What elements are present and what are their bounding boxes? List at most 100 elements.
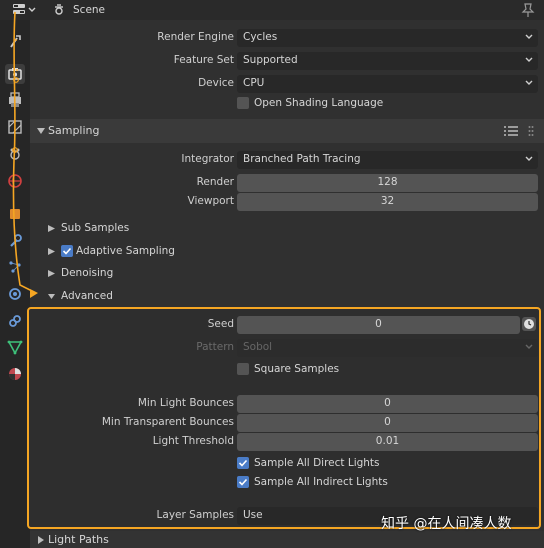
tool-icon: [10, 35, 21, 48]
render-engine-label: Render Engine: [157, 31, 234, 43]
tab-constraints[interactable]: [5, 311, 25, 331]
tab-output[interactable]: [5, 90, 25, 110]
light-threshold-field[interactable]: 0.01: [237, 433, 538, 451]
tab-material[interactable]: [5, 364, 25, 384]
output-printer-icon: [9, 92, 21, 107]
feature-set-row: Feature Set Supported: [30, 50, 544, 72]
presets-list-icon[interactable]: [504, 125, 518, 137]
collapsed-triangle-icon: [48, 248, 55, 255]
collapsed-triangle-icon: [48, 225, 55, 232]
min-light-bounces-value: 0: [384, 397, 391, 409]
sample-indirect-label: Sample All Indirect Lights: [254, 476, 388, 488]
chevron-down-icon: [525, 34, 533, 39]
world-icon: [8, 174, 22, 188]
light-threshold-row: Light Threshold 0.01: [30, 431, 544, 453]
material-icon: [9, 368, 21, 380]
checkmark-icon: [238, 478, 248, 486]
tab-render[interactable]: [5, 64, 25, 84]
light-threshold-value: 0.01: [375, 435, 400, 447]
feature-set-label: Feature Set: [173, 54, 234, 66]
sampling-panel-header[interactable]: Sampling: [30, 119, 544, 143]
osl-checkbox[interactable]: [237, 97, 249, 109]
osl-label: Open Shading Language: [254, 97, 384, 109]
tab-tool[interactable]: [5, 32, 25, 52]
expand-triangle-icon: [48, 294, 55, 299]
layer-samples-label: Layer Samples: [156, 509, 234, 521]
sample-indirect-checkbox[interactable]: [237, 476, 249, 488]
min-light-bounces-field[interactable]: 0: [237, 395, 538, 413]
seed-value: 0: [375, 318, 382, 330]
feature-set-value: Supported: [243, 54, 298, 66]
render-engine-value: Cycles: [243, 31, 278, 43]
properties-tab-bar: [0, 20, 30, 548]
drag-handle-icon[interactable]: [528, 125, 534, 137]
tab-modifiers[interactable]: [5, 231, 25, 251]
render-samples-value: 128: [377, 176, 398, 188]
seed-label: Seed: [207, 318, 234, 330]
view-layer-icon: [8, 120, 22, 134]
pattern-label: Pattern: [196, 341, 234, 353]
feature-set-dropdown[interactable]: Supported: [237, 52, 538, 70]
seed-field[interactable]: 0: [237, 316, 520, 334]
render-engine-dropdown[interactable]: Cycles: [237, 29, 538, 47]
scene-icon: [52, 3, 66, 17]
integrator-label: Integrator: [181, 153, 234, 165]
pattern-row: Pattern Sobol: [30, 337, 544, 359]
checkmark-icon: [238, 459, 248, 467]
viewport-samples-value: 32: [380, 195, 395, 207]
physics-icon: [9, 288, 21, 300]
viewport-samples-field[interactable]: 32: [237, 193, 538, 211]
integrator-row: Integrator Branched Path Tracing: [30, 149, 544, 171]
pin-icon: [521, 3, 535, 17]
square-samples-label: Square Samples: [254, 363, 340, 375]
integrator-value: Branched Path Tracing: [243, 153, 361, 165]
device-label: Device: [198, 77, 234, 89]
sample-indirect-row: Sample All Indirect Lights: [30, 473, 544, 495]
min-transparent-bounces-value: 0: [384, 416, 391, 428]
integrator-dropdown[interactable]: Branched Path Tracing: [237, 151, 538, 169]
device-dropdown[interactable]: CPU: [237, 75, 538, 93]
sampling-title: Sampling: [48, 124, 100, 137]
chevron-down-icon: [525, 156, 533, 161]
render-samples-field[interactable]: 128: [237, 174, 538, 192]
properties-header: Scene: [0, 0, 544, 20]
context-title: Scene: [73, 4, 106, 16]
min-transparent-bounces-field[interactable]: 0: [237, 414, 538, 432]
viewport-samples-label: Viewport: [187, 195, 234, 207]
particles-icon: [9, 261, 21, 273]
mesh-data-icon: [7, 340, 23, 355]
tab-physics[interactable]: [5, 284, 25, 304]
light-paths-panel-header[interactable]: Light Paths: [30, 531, 544, 548]
pin-button[interactable]: [521, 2, 535, 18]
square-samples-row: Square Samples: [30, 360, 544, 382]
osl-row: Open Shading Language: [30, 94, 544, 116]
tab-view-layer[interactable]: [5, 117, 25, 137]
tab-object[interactable]: [5, 204, 25, 224]
sub-samples-title: Sub Samples: [61, 222, 130, 234]
tab-data[interactable]: [5, 337, 25, 357]
render-camera-icon: [8, 68, 22, 80]
scene-props-icon: [10, 148, 20, 160]
editor-type-button[interactable]: [11, 2, 37, 17]
tab-world[interactable]: [5, 171, 25, 191]
watermark: 知乎 @在人间凑人数: [381, 516, 512, 532]
properties-content: Render Engine Cycles Feature Set Support…: [30, 20, 544, 548]
min-light-bounces-label: Min Light Bounces: [137, 397, 234, 409]
device-row: Device CPU: [30, 73, 544, 95]
render-samples-label: Render: [196, 176, 234, 188]
collapsed-triangle-icon: [48, 270, 55, 277]
adaptive-sampling-checkbox[interactable]: [61, 245, 73, 257]
pattern-dropdown[interactable]: Sobol: [237, 339, 538, 357]
tab-particles[interactable]: [5, 257, 25, 277]
animated-seed-button[interactable]: [522, 317, 536, 331]
wrench-icon: [10, 234, 22, 247]
checkmark-icon: [62, 247, 72, 255]
square-samples-checkbox[interactable]: [237, 363, 249, 375]
layer-samples-value: Use: [243, 509, 263, 521]
viewport-samples-row: Viewport 32: [30, 191, 544, 213]
properties-editor-icon: [13, 4, 36, 14]
pattern-value: Sobol: [243, 341, 273, 353]
sample-direct-checkbox[interactable]: [237, 457, 249, 469]
tab-scene[interactable]: [5, 144, 25, 164]
advanced-title: Advanced: [61, 290, 113, 302]
